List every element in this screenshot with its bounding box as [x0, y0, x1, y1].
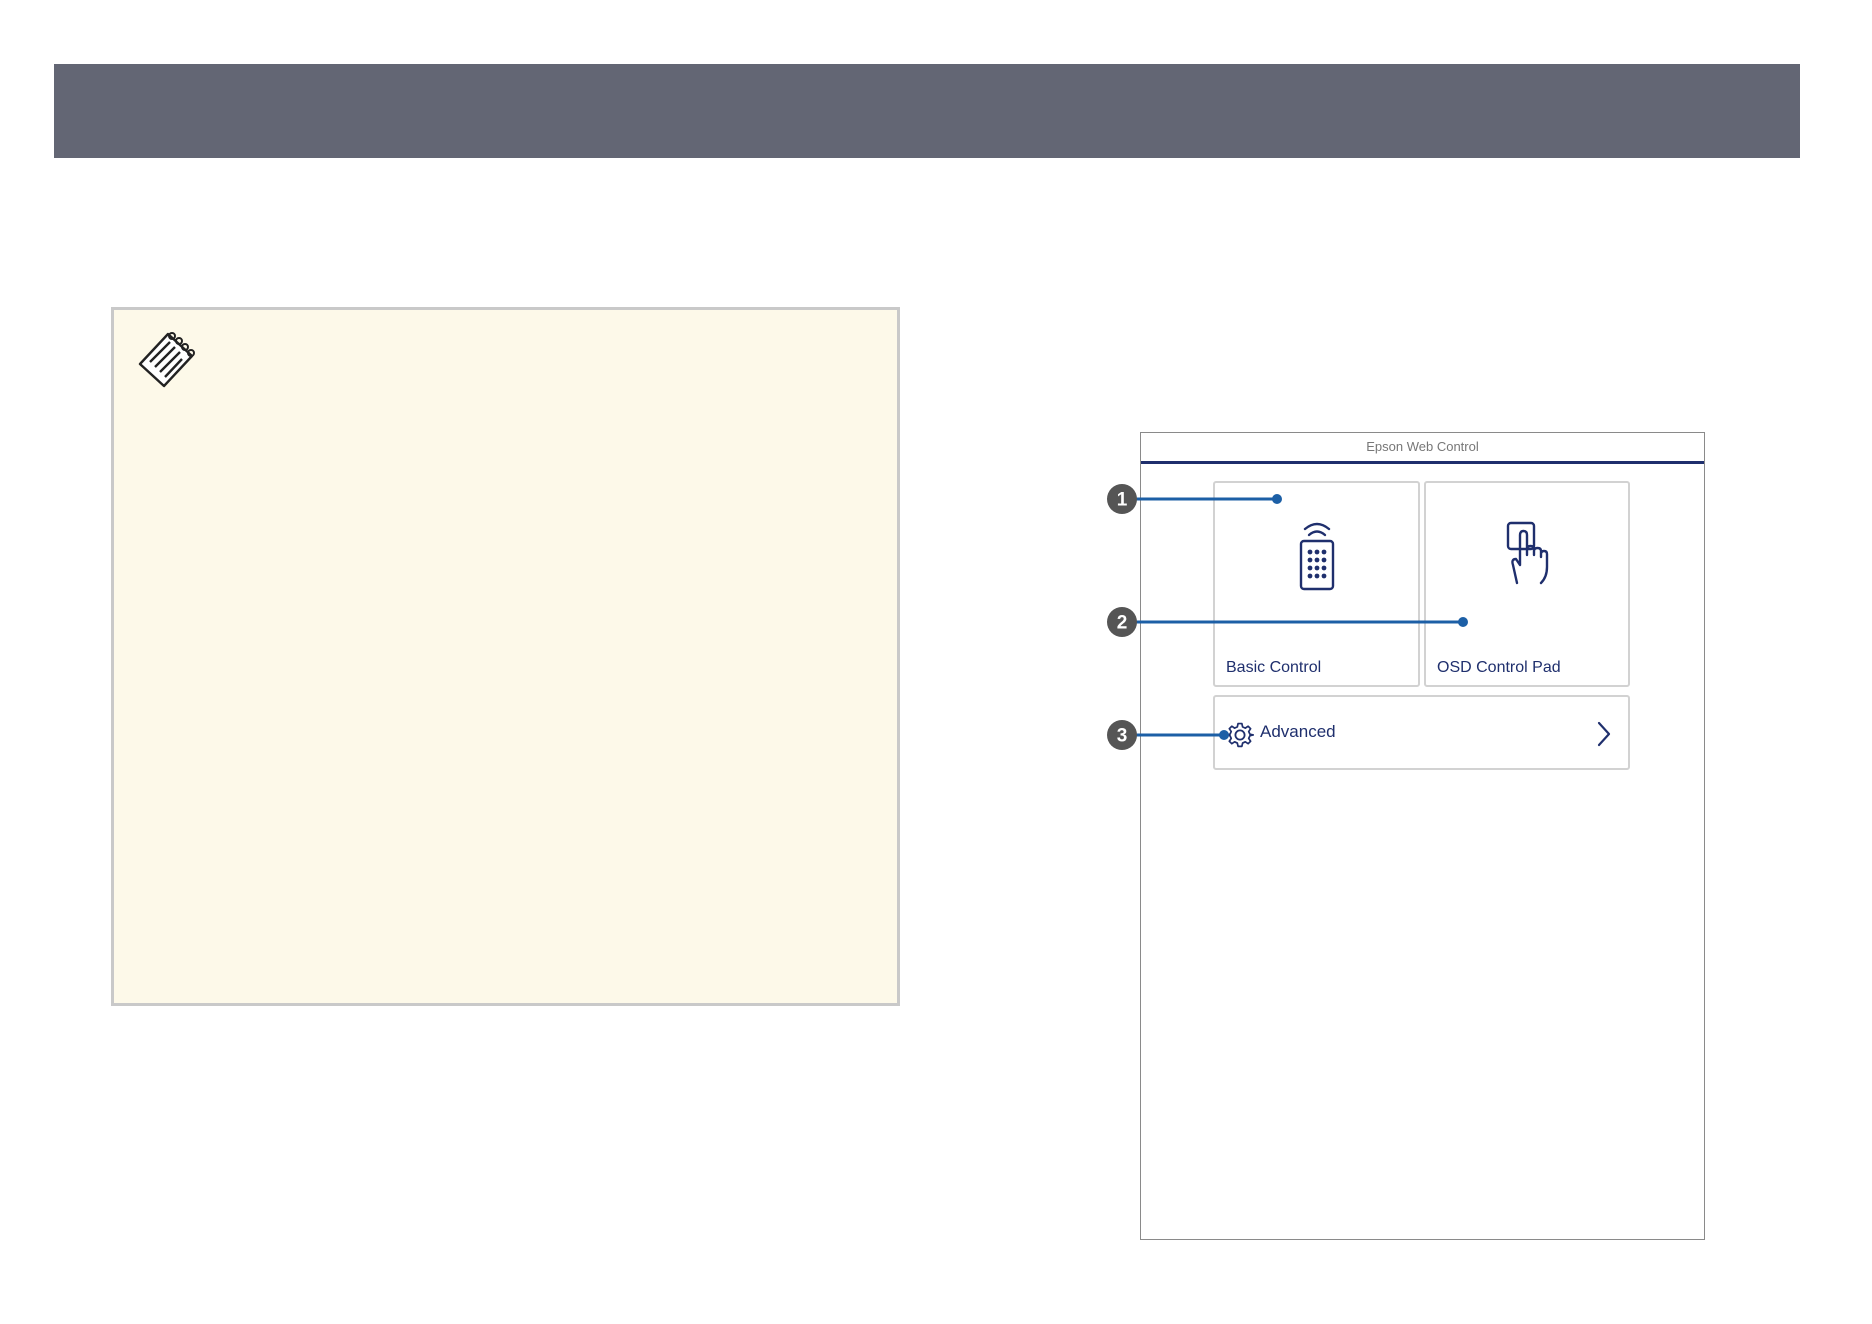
callout-2: 2 — [1107, 607, 1468, 637]
callout-2-dot — [1458, 617, 1468, 627]
callout-1-number: 1 — [1117, 490, 1128, 511]
callout-2-number: 2 — [1117, 613, 1128, 634]
callout-layer: 1 2 3 — [1107, 484, 1468, 750]
callout-3-dot — [1219, 730, 1229, 740]
callout-3-number: 3 — [1117, 726, 1128, 747]
callout-3: 3 — [1107, 720, 1229, 750]
callout-1-dot — [1272, 494, 1282, 504]
callout-1: 1 — [1107, 484, 1282, 514]
